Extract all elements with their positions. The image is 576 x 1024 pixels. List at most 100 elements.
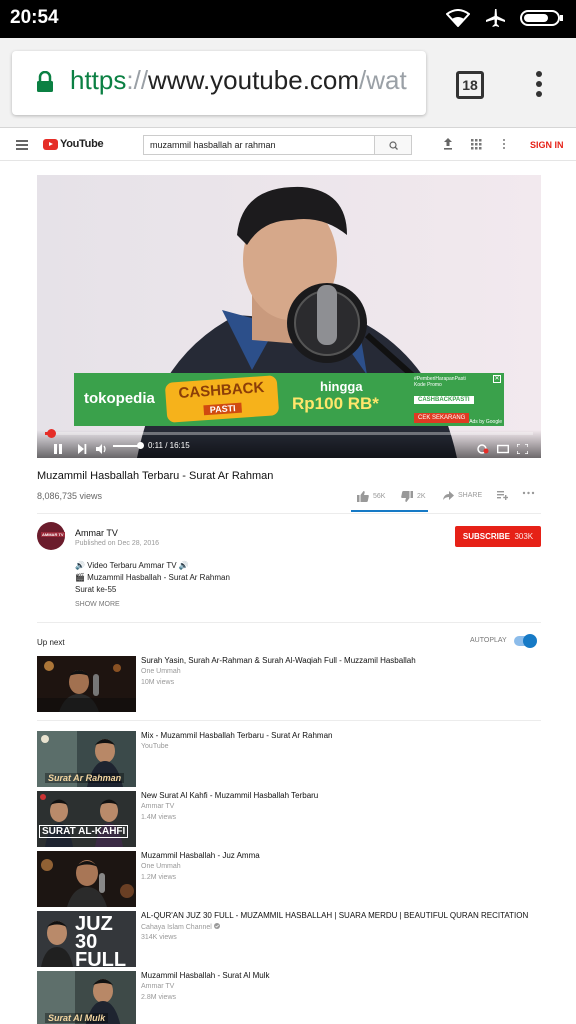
subscribe-button[interactable]: SUBSCRIBE 303K [455, 526, 541, 547]
search-button[interactable] [374, 135, 412, 155]
tab-switcher-button[interactable]: 18 [456, 71, 484, 99]
up-next-item[interactable]: Surah Yasin, Surah Ar-Rahman & Surah Al-… [37, 656, 541, 712]
airplane-icon [484, 8, 506, 33]
video-thumbnail[interactable]: SURAT AL-KAHFI [37, 791, 136, 847]
theater-mode-icon[interactable] [496, 441, 510, 458]
youtube-logo[interactable]: YouTube [43, 138, 104, 150]
url-separator: :// [126, 65, 149, 95]
video-title: Muzammil Hasballah Terbaru - Surat Ar Ra… [37, 470, 274, 482]
show-more-button[interactable]: SHOW MORE [75, 601, 120, 608]
dislike-button[interactable]: 2K [401, 491, 426, 502]
description-line: 🔊 Video Terbaru Ammar TV 🔊 [75, 561, 189, 570]
item-channel: One Ummah [141, 863, 181, 870]
item-channel: One Ummah [141, 668, 181, 675]
video-thumbnail[interactable] [37, 851, 136, 907]
search-icon [389, 141, 398, 150]
video-thumbnail[interactable] [37, 656, 136, 712]
ad-attribution: Ads by Google [469, 419, 502, 425]
browser-menu-button[interactable] [534, 71, 544, 99]
like-button[interactable]: 56K [357, 491, 385, 502]
item-channel: Ammar TV [141, 803, 175, 810]
publish-date: Published on Dec 28, 2016 [75, 540, 160, 547]
volume-knob[interactable] [137, 442, 144, 449]
share-label: SHARE [458, 492, 483, 499]
share-icon [443, 491, 454, 500]
status-time: 20:54 [10, 7, 59, 28]
description-line: 🎬 Muzammil Hasballah - Surat Ar Rahman [75, 573, 230, 582]
item-channel-name: Cahaya Islam Channel [141, 924, 212, 931]
up-next-item[interactable]: Surat Ar Rahman Mix - Muzammil Hasballah… [37, 731, 541, 787]
divider [37, 622, 541, 623]
next-icon[interactable] [77, 441, 87, 458]
channel-name[interactable]: Ammar TV [75, 528, 118, 538]
up-next-item[interactable]: JUZ 30 FULL AL-QUR'AN JUZ 30 FULL - MUZA… [37, 911, 541, 967]
ad-close-icon[interactable]: ✕ [493, 375, 501, 383]
up-next-item[interactable]: SURAT AL-KAHFI New Surat Al Kahfi - Muza… [37, 791, 541, 847]
thumb-caption: Surat Ar Rahman [45, 773, 125, 783]
time-display: 0:11 / 16:15 [148, 441, 190, 450]
youtube-header: YouTube muzammil hasballah ar rahman SIG… [0, 129, 576, 161]
url-path: /wat [359, 65, 407, 95]
subscriber-count: 303K [514, 532, 534, 541]
video-player[interactable]: tokopedia CASHBACK PASTI hingga Rp100 RB… [37, 175, 541, 458]
item-views: 314K views [141, 934, 177, 941]
url-scheme: https [70, 65, 127, 95]
more-options-icon[interactable] [502, 137, 506, 155]
url-text[interactable]: https://www.youtube.com/wat [70, 65, 416, 96]
pause-icon[interactable] [53, 441, 63, 458]
item-title[interactable]: Mix - Muzammil Hasballah Terbaru - Surat… [141, 731, 541, 740]
youtube-logo-text: YouTube [60, 138, 104, 150]
autoplay-toggle-knob[interactable] [523, 634, 537, 648]
item-title[interactable]: Muzammil Hasballah - Juz Amma [141, 851, 541, 860]
video-thumbnail[interactable]: JUZ 30 FULL [37, 911, 136, 967]
apps-grid-icon[interactable] [471, 137, 482, 155]
more-actions-button[interactable] [522, 491, 535, 495]
view-count: 8,086,735 views [37, 491, 103, 501]
like-ratio-bar [351, 510, 428, 512]
item-title[interactable]: New Surat Al Kahfi - Muzammil Hasballah … [141, 791, 541, 800]
item-title[interactable]: Surah Yasin, Surah Ar-Rahman & Surah Al-… [141, 656, 541, 665]
ad-cta-button[interactable]: CEK SEKARANG [414, 413, 470, 423]
item-views: 1.2M views [141, 874, 177, 881]
item-title[interactable]: Muzammil Hasballah - Surat Al Mulk [141, 971, 541, 980]
ad-banner[interactable]: tokopedia CASHBACK PASTI hingga Rp100 RB… [74, 373, 504, 426]
up-next-item[interactable]: Muzammil Hasballah - Juz Amma One Ummah … [37, 851, 541, 907]
item-views: 10M views [141, 679, 175, 686]
progress-scrubber[interactable] [46, 429, 56, 438]
lock-icon [36, 70, 54, 98]
item-channel: YouTube [141, 743, 169, 750]
channel-avatar[interactable]: AMMAR TV [37, 522, 65, 550]
video-thumbnail[interactable]: Surat Ar Rahman [37, 731, 136, 787]
ad-subheadline: PASTI [203, 402, 242, 416]
ad-brand: tokopedia [84, 390, 155, 407]
thumbs-down-icon [401, 491, 413, 502]
up-next-item[interactable]: Surat Al Mulk Muzammil Hasballah - Surat… [37, 971, 541, 1024]
search-input[interactable]: muzammil hasballah ar rahman [143, 135, 375, 155]
browser-toolbar: https://www.youtube.com/wat 18 [0, 38, 576, 128]
item-views: 1.4M views [141, 814, 177, 821]
ad-code-label: Kode Promo [414, 382, 442, 388]
annotations-icon[interactable] [477, 441, 489, 458]
ad-headline: CASHBACK [177, 379, 265, 402]
upload-icon[interactable] [443, 137, 453, 156]
volume-icon[interactable] [96, 441, 108, 458]
item-channel: Ammar TV [141, 983, 175, 990]
share-button[interactable]: SHARE [443, 491, 482, 500]
item-title[interactable]: AL-QUR'AN JUZ 30 FULL - MUZAMMIL HASBALL… [141, 911, 541, 920]
address-bar[interactable]: https://www.youtube.com/wat [12, 51, 426, 115]
ad-hingga: hingga [320, 379, 363, 394]
progress-bar[interactable] [45, 429, 533, 438]
verified-icon [213, 923, 220, 931]
add-to-playlist-button[interactable] [497, 491, 508, 500]
subscribe-label: SUBSCRIBE [462, 532, 510, 541]
divider [37, 720, 541, 721]
video-thumbnail[interactable]: Surat Al Mulk [37, 971, 136, 1024]
fullscreen-icon[interactable] [516, 441, 529, 458]
wifi-icon [445, 9, 471, 32]
url-host: www.youtube.com [148, 65, 360, 95]
add-to-playlist-icon [497, 491, 508, 500]
item-views: 2.8M views [141, 994, 177, 1001]
menu-icon[interactable] [16, 140, 28, 152]
up-next-heading: Up next [37, 638, 65, 647]
sign-in-link[interactable]: SIGN IN [530, 140, 564, 150]
